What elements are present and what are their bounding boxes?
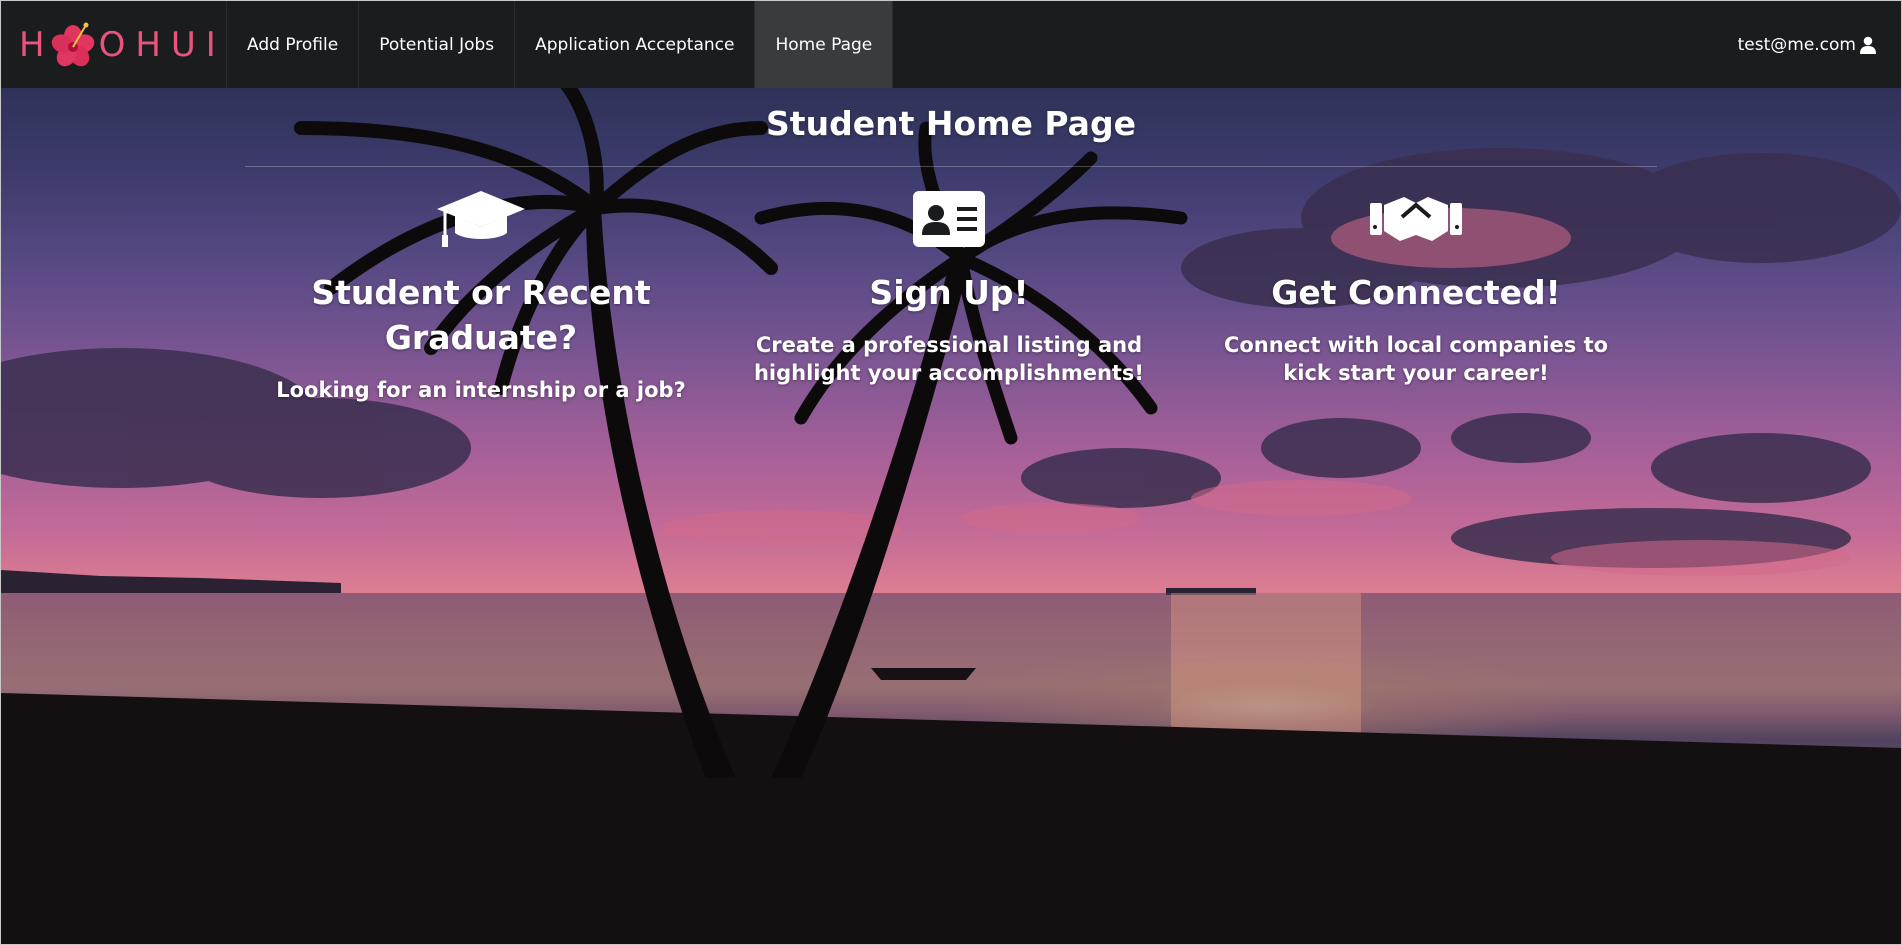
app-window: H OHUI Add Profile Potential Jobs Applic… [0, 0, 1902, 945]
feature-student-heading: Student or Recent Graduate? [311, 273, 651, 357]
feature-connect-text: Connect with local companies to kick sta… [1223, 333, 1609, 385]
brand-letters-ohui: OHUI [98, 24, 226, 65]
user-email: test@me.com [1737, 34, 1856, 55]
hibiscus-flower-icon [51, 22, 94, 66]
brand-logo[interactable]: H OHUI [1, 1, 227, 88]
nav-home-page[interactable]: Home Page [755, 1, 894, 88]
nav-add-profile[interactable]: Add Profile [227, 1, 360, 88]
nav-potential-jobs[interactable]: Potential Jobs [359, 1, 516, 88]
nav-application-acceptance[interactable]: Application Acceptance [515, 1, 756, 88]
user-icon [1860, 36, 1876, 54]
user-menu[interactable]: test@me.com [1738, 1, 1901, 88]
feature-signup-heading: Sign Up! [869, 273, 1029, 312]
feature-student-text: Looking for an internship or a job? [276, 378, 686, 402]
feature-signup-text: Create a professional listing and highli… [753, 333, 1145, 385]
feature-connect-heading: Get Connected! [1271, 273, 1561, 312]
top-navbar: H OHUI Add Profile Potential Jobs Applic… [1, 1, 1901, 88]
title-divider [245, 166, 1657, 167]
feature-student: Student or Recent Graduate? Looking for … [266, 186, 696, 404]
graduation-cap-icon [437, 191, 525, 247]
handshake-icon [1370, 197, 1462, 241]
page-title: Student Home Page [766, 104, 1136, 143]
feature-connect: Get Connected! Connect with local compan… [1201, 186, 1631, 387]
feature-signup: Sign Up! Create a professional listing a… [734, 186, 1164, 387]
id-card-icon [913, 191, 985, 247]
